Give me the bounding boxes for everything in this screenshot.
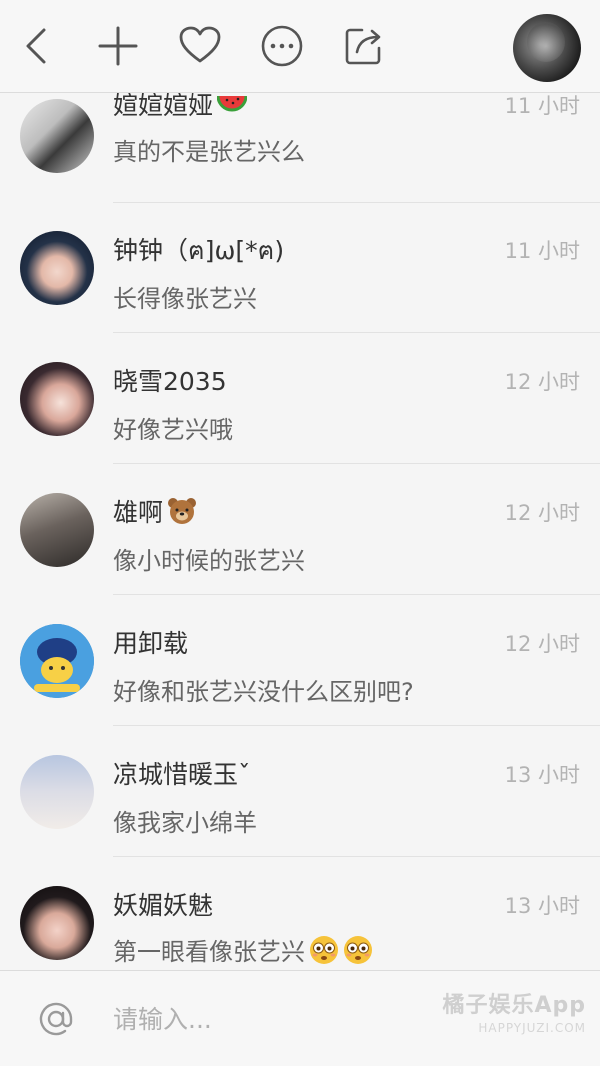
- comment-author: 晓雪2035: [113, 367, 227, 396]
- watermark: 橘子娱乐App HAPPYJUZI.COM: [442, 993, 586, 1035]
- comment-time: 13 小时: [504, 894, 580, 918]
- comment-input-bar: 橘子娱乐App HAPPYJUZI.COM: [0, 970, 600, 1066]
- comment-list: 媗媗媗娅 11 小时 真的不是张艺兴么 钟钟（ฅ]ω[*ฅ) 11 小时 长得像…: [0, 93, 600, 970]
- comment-item[interactable]: 雄啊 12 小时 像小时候的张艺兴: [0, 469, 600, 600]
- flushed-face-icon: [309, 935, 339, 970]
- avatar[interactable]: [20, 755, 94, 829]
- comment-time: 12 小时: [504, 370, 580, 394]
- more-button[interactable]: [260, 24, 304, 68]
- plus-icon: [98, 26, 138, 66]
- bear-icon: [167, 497, 197, 531]
- comment-author: 雄啊: [113, 493, 197, 531]
- comment-text: 第一眼看像张艺兴: [113, 932, 373, 970]
- comment-author: 媗媗媗娅: [113, 93, 248, 122]
- divider: [113, 463, 600, 464]
- comment-author: 钟钟（ฅ]ω[*ฅ): [113, 236, 285, 265]
- avatar[interactable]: [20, 231, 94, 305]
- avatar[interactable]: [20, 99, 94, 173]
- comment-time: 12 小时: [504, 632, 580, 656]
- comment-item[interactable]: 妖媚妖魅 13 小时 第一眼看像张艺兴: [0, 862, 600, 970]
- comment-time: 11 小时: [504, 239, 580, 263]
- comment-item[interactable]: 媗媗媗娅 11 小时 真的不是张艺兴么: [0, 93, 600, 207]
- qq-default-avatar-icon: [20, 624, 94, 698]
- comment-author: 凉城惜暖玉ˇ: [113, 760, 251, 789]
- chevron-left-icon: [26, 28, 46, 64]
- divider: [113, 202, 600, 203]
- divider: [113, 332, 600, 333]
- comment-item[interactable]: 钟钟（ฅ]ω[*ฅ) 11 小时 长得像张艺兴: [0, 207, 600, 338]
- divider: [113, 594, 600, 595]
- add-button[interactable]: [96, 24, 140, 68]
- comment-author: 用卸载: [113, 629, 189, 658]
- back-button[interactable]: [14, 24, 58, 68]
- divider: [113, 725, 600, 726]
- avatar[interactable]: [20, 493, 94, 567]
- comment-author: 妖媚妖魅: [113, 891, 214, 920]
- comment-text: 好像艺兴哦: [113, 416, 233, 444]
- watermelon-icon: [216, 93, 248, 122]
- comment-time: 12 小时: [504, 501, 580, 525]
- comment-time: 11 小时: [504, 94, 580, 118]
- share-button[interactable]: [342, 24, 386, 68]
- comment-item[interactable]: 晓雪2035 12 小时 好像艺兴哦: [0, 338, 600, 469]
- divider: [113, 856, 600, 857]
- comment-input[interactable]: [113, 999, 413, 1039]
- mention-button[interactable]: [36, 999, 76, 1039]
- flushed-face-icon: [343, 935, 373, 970]
- comment-text: 真的不是张艺兴么: [113, 138, 305, 166]
- heart-icon: [179, 26, 221, 63]
- top-toolbar: [0, 0, 600, 93]
- comment-text: 长得像张艺兴: [113, 285, 257, 313]
- avatar[interactable]: [20, 362, 94, 436]
- at-icon: [39, 1002, 73, 1036]
- ellipsis-circle-icon: [261, 25, 303, 67]
- avatar[interactable]: [20, 624, 94, 698]
- user-avatar[interactable]: [513, 14, 581, 82]
- comment-item[interactable]: 凉城惜暖玉ˇ 13 小时 像我家小绵羊: [0, 731, 600, 862]
- comment-text: 好像和张艺兴没什么区别吧?: [113, 678, 414, 706]
- avatar[interactable]: [20, 886, 94, 960]
- comment-text: 像我家小绵羊: [113, 809, 257, 837]
- comment-text: 像小时候的张艺兴: [113, 547, 305, 575]
- like-button[interactable]: [178, 24, 222, 68]
- comment-item[interactable]: 用卸载 12 小时 好像和张艺兴没什么区别吧?: [0, 600, 600, 731]
- share-icon: [345, 28, 381, 65]
- comment-time: 13 小时: [504, 763, 580, 787]
